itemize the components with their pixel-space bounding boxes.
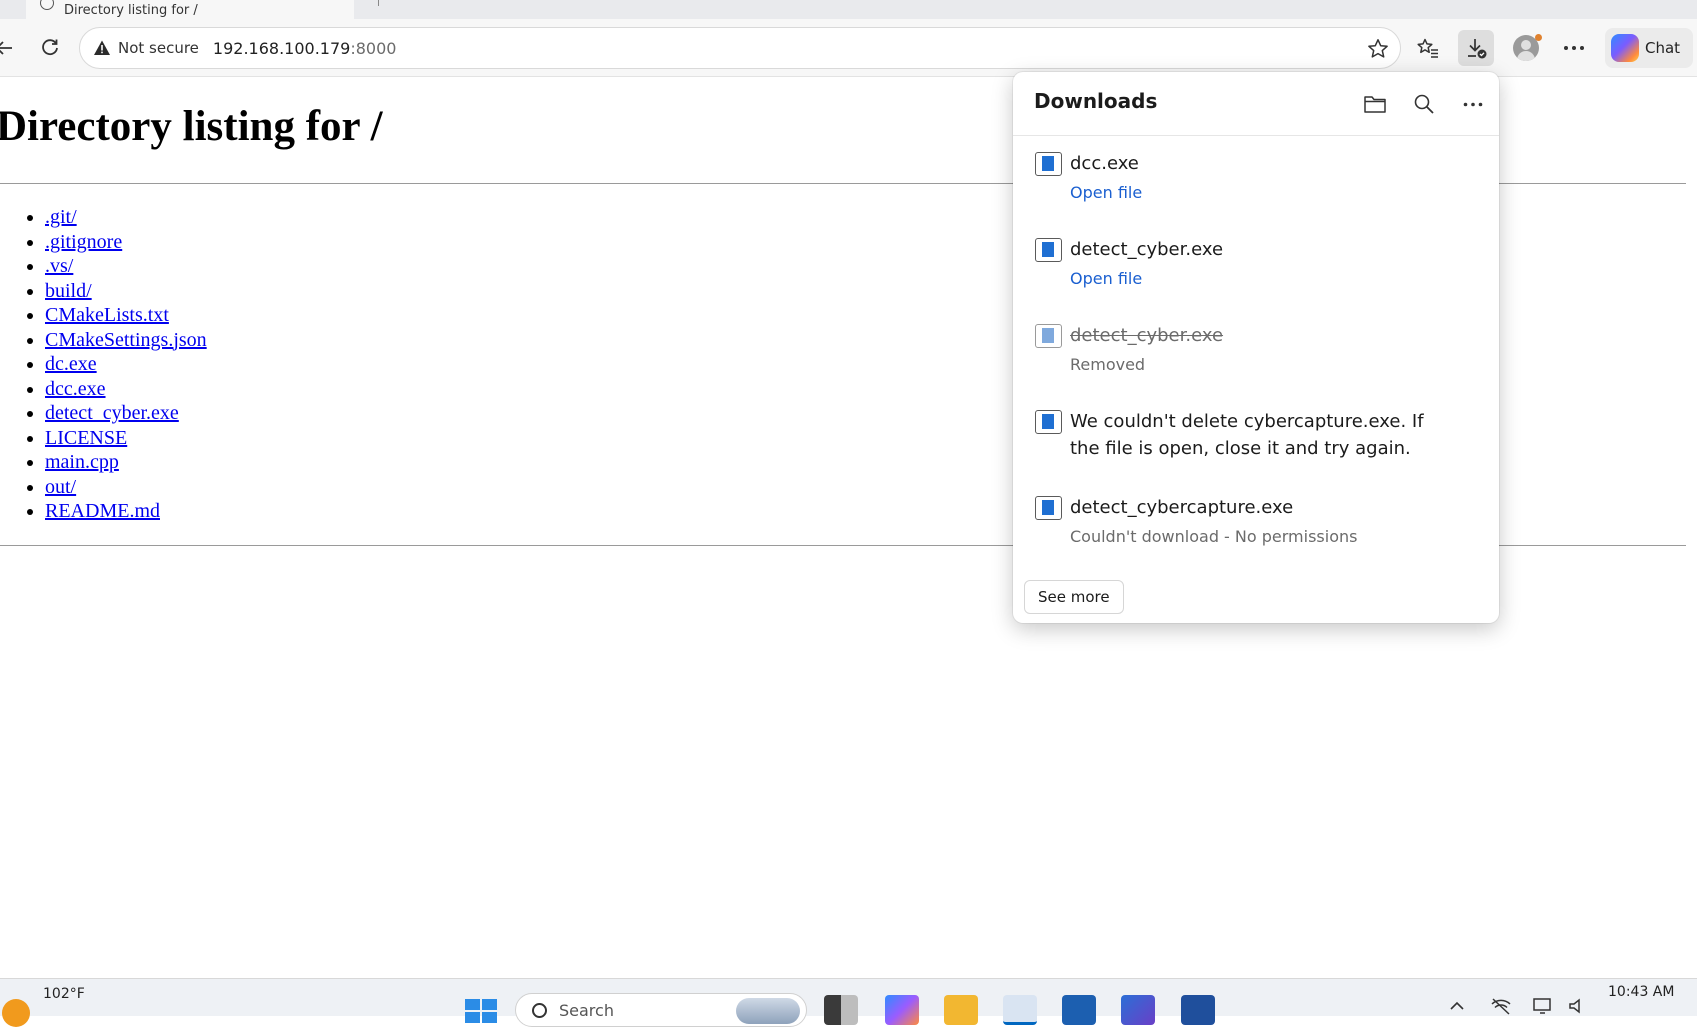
dev-tool-icon[interactable] (1121, 995, 1155, 1025)
more-options-icon[interactable] (1459, 90, 1487, 118)
see-more-button[interactable]: See more (1024, 580, 1124, 614)
file-list: .git/ .gitignore.vs/build/CMakeLists.txt C… (20, 205, 207, 524)
open-file-link[interactable]: Open file (1070, 269, 1142, 288)
download-file-name[interactable]: dcc.exe (1070, 153, 1139, 174)
downloads-panel: Downloads dcc.exe Open file detect_cyber… (1013, 72, 1499, 623)
downloads-button[interactable] (1458, 30, 1494, 66)
file-list-item: LICENSE (45, 426, 207, 451)
url-port: :8000 (350, 38, 397, 58)
file-link[interactable]: out/ (45, 476, 76, 498)
file-list-item: .vs/ (45, 254, 207, 279)
tab-strip: Directory listing for / (0, 0, 1697, 19)
download-status: Removed (1070, 355, 1146, 374)
file-list-item: CMakeLists.txt (45, 303, 207, 328)
download-status: Couldn't download - No permissions (1070, 527, 1358, 546)
tab-directory-listing[interactable]: Directory listing for / (26, 0, 354, 19)
taskbar-clock[interactable]: 10:43 AM (1608, 984, 1674, 1000)
file-explorer-icon[interactable] (944, 995, 978, 1025)
network-off-icon[interactable] (1490, 997, 1512, 1017)
file-list-item: dcc.exe (45, 377, 207, 402)
weather-temperature[interactable]: 102°F (43, 986, 85, 1002)
executable-file-icon (1035, 324, 1062, 348)
file-link[interactable]: dc.exe (45, 353, 97, 375)
refresh-icon (42, 39, 58, 56)
file-list-item: .gitignore (45, 230, 207, 255)
file-link[interactable]: dcc.exe (45, 378, 106, 400)
globe-icon (40, 0, 54, 10)
file-link[interactable]: LICENSE (45, 427, 127, 449)
file-link[interactable]: README.md (45, 500, 160, 522)
file-list-item: main.cpp (45, 450, 207, 475)
file-link[interactable]: CMakeSettings.json (45, 329, 207, 351)
executable-file-icon (1035, 238, 1062, 262)
file-list-item: out/ (45, 475, 207, 500)
file-list-item: build/ (45, 279, 207, 304)
executable-file-icon (1035, 152, 1062, 176)
search-icon[interactable] (1410, 90, 1438, 118)
display-icon[interactable] (1532, 997, 1554, 1017)
weather-sun-icon[interactable] (2, 999, 30, 1027)
notification-dot (1535, 34, 1542, 41)
app-icon[interactable] (1181, 995, 1215, 1025)
tab-title: Directory listing for / (64, 3, 198, 18)
favorites-list-icon (1417, 38, 1438, 58)
file-link[interactable]: main.cpp (45, 451, 119, 473)
taskbar: 102°F Search 10:43 AM (0, 978, 1697, 1027)
task-view-icon[interactable] (824, 995, 858, 1025)
chat-label: Chat (1645, 39, 1681, 57)
open-folder-icon[interactable] (1361, 90, 1389, 118)
file-link[interactable]: detect_cyber.exe (45, 402, 179, 424)
download-file-name: detect_cyber.exe (1070, 325, 1224, 346)
file-link[interactable]: .gitignore (45, 231, 122, 253)
windows-start-icon[interactable] (465, 999, 497, 1023)
file-link[interactable]: .vs/ (45, 255, 73, 277)
file-link[interactable]: CMakeLists.txt (45, 304, 169, 326)
page-heading: Directory listing for / (0, 103, 383, 150)
edge-browser-icon[interactable] (1003, 995, 1037, 1025)
address-bar[interactable]: Not secure 192.168.100.179:8000 (79, 27, 1401, 69)
taskbar-search-placeholder: Search (559, 1000, 614, 1020)
taskbar-search[interactable]: Search (515, 993, 807, 1027)
download-file-name[interactable]: detect_cybercapture.exe (1070, 497, 1293, 518)
file-list-item: .git/ (45, 205, 207, 230)
refresh-button[interactable] (32, 30, 68, 66)
volume-icon[interactable] (1568, 997, 1590, 1017)
not-secure-label[interactable]: Not secure (118, 39, 199, 57)
file-link[interactable]: .git/ (45, 206, 77, 228)
file-link[interactable]: build/ (45, 280, 92, 302)
open-file-link[interactable]: Open file (1070, 183, 1142, 202)
file-list-item: dc.exe (45, 352, 207, 377)
executable-file-icon (1035, 410, 1062, 434)
executable-file-icon (1035, 496, 1062, 520)
search-highlight-image (736, 998, 800, 1024)
tray-chevron-icon[interactable] (1448, 997, 1470, 1017)
tab-separator (378, 0, 379, 6)
download-error-message: We couldn't delete cybercapture.exe. If … (1070, 411, 1424, 459)
file-list-item: CMakeSettings.json (45, 328, 207, 353)
download-icon (1468, 39, 1487, 59)
downloads-header: Downloads (1013, 72, 1499, 136)
copilot-icon (1611, 34, 1639, 62)
back-button[interactable] (0, 30, 22, 66)
copilot-chat-button[interactable]: Chat (1605, 28, 1693, 68)
warning-icon (92, 38, 112, 58)
profile-button[interactable] (1508, 30, 1544, 66)
more-horizontal-icon (1564, 46, 1584, 50)
url-host: 192.168.100.179 (212, 38, 351, 58)
file-list-item: README.md (45, 499, 207, 524)
back-arrow-icon (0, 41, 12, 55)
browser-toolbar: Not secure 192.168.100.179:8000 Chat (0, 19, 1697, 77)
copilot-taskbar-icon[interactable] (885, 995, 919, 1025)
file-list-item: detect_cyber.exe (45, 401, 207, 426)
favorites-button[interactable] (1410, 30, 1446, 66)
search-icon (532, 1002, 547, 1018)
more-menu-button[interactable] (1556, 30, 1592, 66)
store-icon[interactable] (1062, 995, 1096, 1025)
download-file-name[interactable]: detect_cyber.exe (1070, 239, 1223, 260)
favorite-star-icon[interactable] (1366, 37, 1390, 61)
downloads-title: Downloads (1034, 89, 1158, 113)
